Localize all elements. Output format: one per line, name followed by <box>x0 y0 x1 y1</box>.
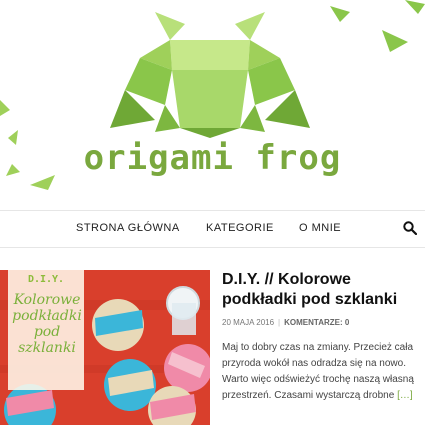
post-thumbnail[interactable]: D.I.Y. Kolorowe podkładki pod szklanki <box>0 270 210 425</box>
post-date: 20 MAJA 2016 <box>222 318 275 327</box>
post-comments-link[interactable]: KOMENTARZE: 0 <box>284 318 349 327</box>
nav-item-kategorie[interactable]: KATEGORIE <box>206 222 274 234</box>
thumbnail-title: Kolorowe podkładki pod szklanki <box>12 292 82 356</box>
nav-item-o-mnie[interactable]: O MNIE <box>299 222 341 234</box>
search-icon[interactable] <box>403 221 417 235</box>
thumbnail-title-card: D.I.Y. Kolorowe podkładki pod szklanki <box>8 270 84 390</box>
frog-logo[interactable] <box>110 10 310 140</box>
thumbnail-diy-badge: D.I.Y. <box>27 274 65 285</box>
site-header: origami frog <box>0 0 425 205</box>
post-title[interactable]: D.I.Y. // Kolorowe podkładki pod szklank… <box>222 270 420 310</box>
nav-item-strona-glowna[interactable]: STRONA GŁÓWNA <box>76 222 180 234</box>
read-more-link[interactable]: […] <box>397 390 413 401</box>
post-excerpt-text: Maj to dobry czas na zmiany. Przecież ca… <box>222 342 414 401</box>
main-navigation: STRONA GŁÓWNA KATEGORIE O MNIE <box>0 211 425 247</box>
site-logo-text[interactable]: origami frog <box>0 138 425 178</box>
nav-bottom-divider <box>0 247 425 248</box>
post-excerpt: Maj to dobry czas na zmiany. Przecież ca… <box>222 340 418 404</box>
meta-separator: | <box>278 318 281 327</box>
post-meta: 20 MAJA 2016 | KOMENTARZE: 0 <box>222 318 349 327</box>
